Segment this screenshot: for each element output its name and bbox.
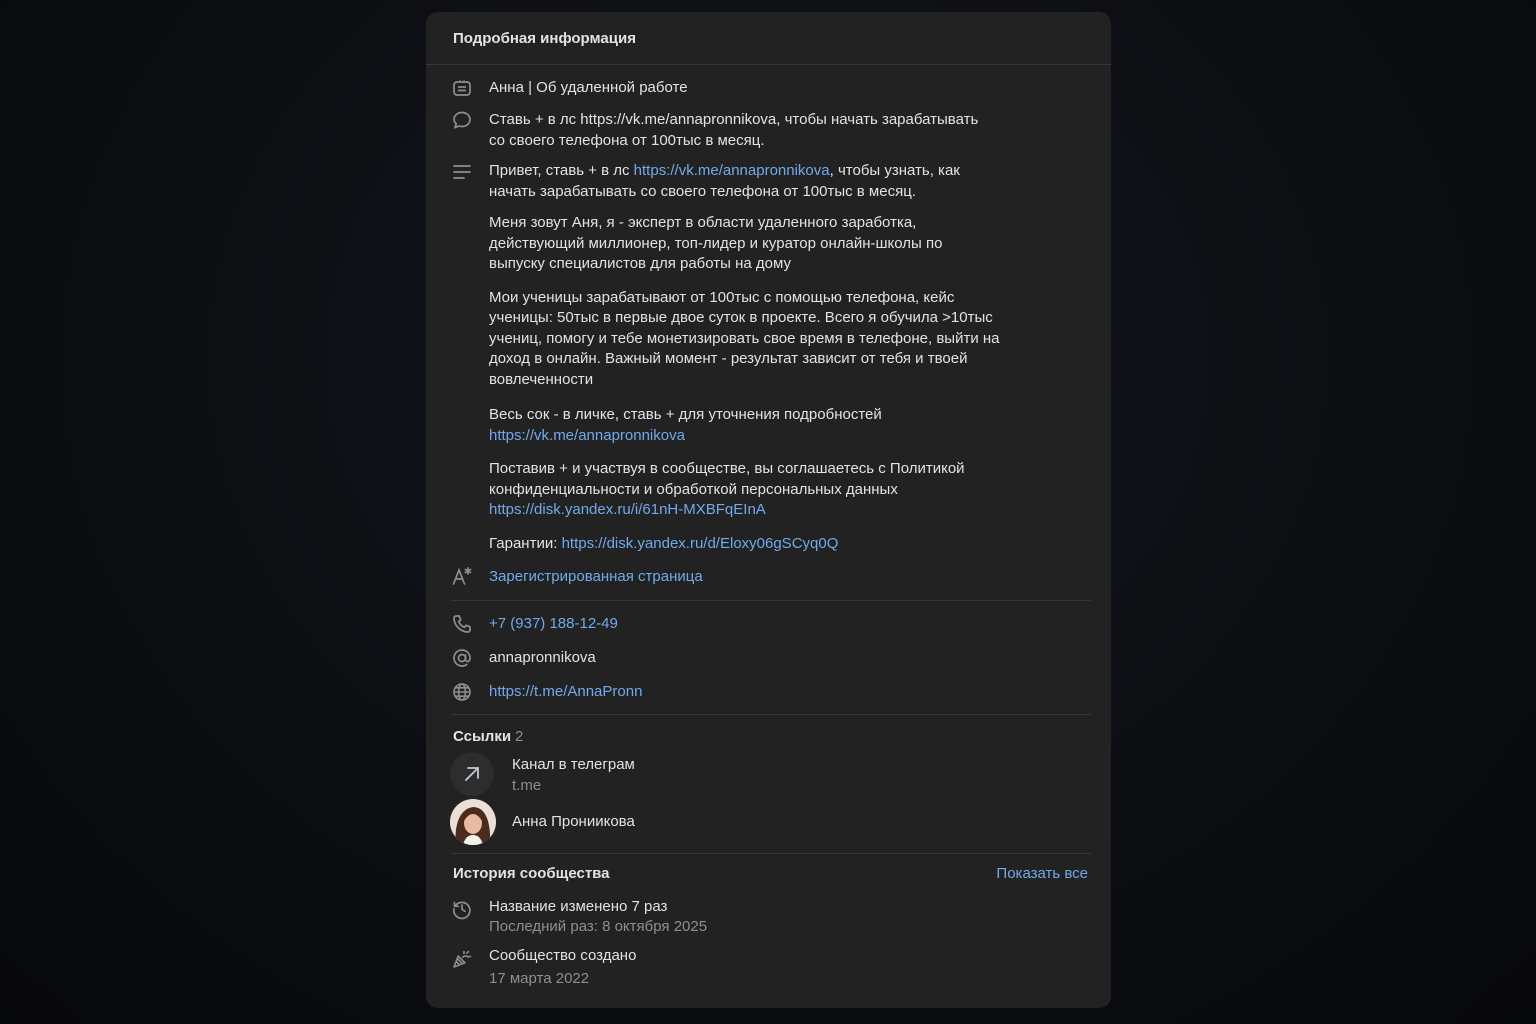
party-popper-icon <box>451 948 473 970</box>
short-description-line: со своего телефона от 100тыс в месяц. <box>489 131 765 149</box>
show-all-button[interactable]: Показать все <box>996 865 1088 882</box>
status-row: Анна | Об удаленной работе <box>426 76 1111 100</box>
history-item: Сообщество создано 17 марта 2022 <box>426 946 1111 996</box>
username: annapronnikova <box>489 649 596 666</box>
link-title: Анна Прониикова <box>512 813 635 830</box>
history-title: Название изменено 7 раз <box>489 898 668 915</box>
vk-me-link[interactable]: https://vk.me/annapronnikova <box>489 427 685 444</box>
description-text: Мои ученицы зарабатывают от 100тыс с пом… <box>489 288 955 306</box>
website-link[interactable]: https://t.me/AnnaPronn <box>489 682 1019 703</box>
history-subtitle: 17 марта 2022 <box>489 970 590 987</box>
speech-bubble-icon <box>451 109 473 131</box>
description-text: Весь сок - в личке, ставь + для уточнени… <box>489 406 882 423</box>
links-section-title: Ссылки 2 <box>453 728 523 745</box>
guarantees-label: Гарантии: <box>489 534 562 552</box>
description-paragraph: Меня зовут Аня, я - эксперт в области уд… <box>489 213 1049 275</box>
description-text: конфиденциальности и обработкой персонал… <box>489 480 898 498</box>
link-item-profile[interactable]: Анна Прониикова <box>450 799 1090 847</box>
divider <box>451 853 1091 854</box>
history-item: Название изменено 7 раз Последний раз: 8… <box>426 896 1111 944</box>
link-subtitle: t.me <box>512 777 542 794</box>
description-text: начать зарабатывать со своего телефона о… <box>489 182 916 200</box>
panel-header: Подробная информация <box>426 12 1111 65</box>
link-title: Канал в телеграм <box>512 756 635 773</box>
registered-page-link[interactable]: Зарегистрированная страница <box>489 567 1019 588</box>
description-paragraph: Гарантии: https://disk.yandex.ru/d/Eloxy… <box>489 534 1049 555</box>
description-text: ученицы: 50тыс в первые двое суток в про… <box>489 309 993 326</box>
description-text: вовлеченности <box>489 370 594 388</box>
arrow-up-right-icon <box>450 752 494 796</box>
globe-icon <box>451 681 473 703</box>
links-count: 2 <box>515 728 524 745</box>
avatar <box>450 799 496 845</box>
text-lines-icon <box>451 161 473 183</box>
community-details-panel: Подробная информация Анна | Об удаленной… <box>426 12 1111 1008</box>
registered-row: Зарегистрированная страница <box>426 565 1111 589</box>
history-clock-icon <box>451 898 473 920</box>
short-description-line: Ставь + в лс https://vk.me/annapronnikov… <box>489 111 979 128</box>
description-paragraph: Весь сок - в личке, ставь + для уточнени… <box>489 405 1049 446</box>
phone-link[interactable]: +7 (937) 188-12-49 <box>489 614 1019 635</box>
phone-icon <box>451 613 473 635</box>
divider <box>451 714 1091 715</box>
description-paragraph: Поставив + и участвуя в сообществе, вы с… <box>489 459 1049 521</box>
history-title: Сообщество создано <box>489 947 637 964</box>
description-paragraph: Привет, ставь + в лс https://vk.me/annap… <box>489 161 1049 202</box>
at-sign-icon <box>451 647 473 669</box>
privacy-policy-link[interactable]: https://disk.yandex.ru/i/61nH-MXBFqEInA <box>489 501 766 518</box>
short-description: Ставь + в лс https://vk.me/annapronnikov… <box>489 110 1049 151</box>
description-text: Поставив + и участвуя в сообществе, вы с… <box>489 460 965 477</box>
links-title: Ссылки <box>453 728 512 745</box>
description-text: учениц, помогу и тебе монетизировать сво… <box>489 329 1000 347</box>
history-section-title: История сообщества <box>453 865 610 882</box>
phone-row: +7 (937) 188-12-49 <box>426 612 1111 636</box>
description-text: действующий миллионер, топ-лидер и курат… <box>489 234 943 252</box>
description-text: доход в онлайн. Важный момент - результа… <box>489 350 968 367</box>
font-asterisk-icon <box>451 565 473 587</box>
description-text: Меня зовут Аня, я - эксперт в области уд… <box>489 214 917 231</box>
description-text: , чтобы узнать, как <box>829 162 960 179</box>
description-row: Привет, ставь + в лс https://vk.me/annap… <box>426 160 1111 560</box>
website-row: https://t.me/AnnaPronn <box>426 680 1111 704</box>
vk-me-link[interactable]: https://vk.me/annapronnikova <box>634 162 830 179</box>
description-text: выпуску специалистов для работы на дому <box>489 255 791 272</box>
short-description-row: Ставь + в лс https://vk.me/annapronnikov… <box>426 108 1111 152</box>
description-paragraph: Мои ученицы зарабатывают от 100тыс с пом… <box>489 288 1049 391</box>
history-subtitle: Последний раз: 8 октября 2025 <box>489 918 708 935</box>
username-row: annapronnikova <box>426 646 1111 670</box>
panel-title: Подробная информация <box>453 30 636 47</box>
description-text: Привет, ставь + в лс <box>489 162 634 179</box>
divider <box>451 600 1091 601</box>
status-text: Анна | Об удаленной работе <box>489 79 688 96</box>
status-badge-icon <box>451 77 473 99</box>
guarantees-link[interactable]: https://disk.yandex.ru/d/Eloxy06gSCyq0Q <box>562 535 839 552</box>
description: Привет, ставь + в лс https://vk.me/annap… <box>489 161 1049 554</box>
link-item-telegram[interactable]: Канал в телеграм t.me <box>450 752 1090 800</box>
